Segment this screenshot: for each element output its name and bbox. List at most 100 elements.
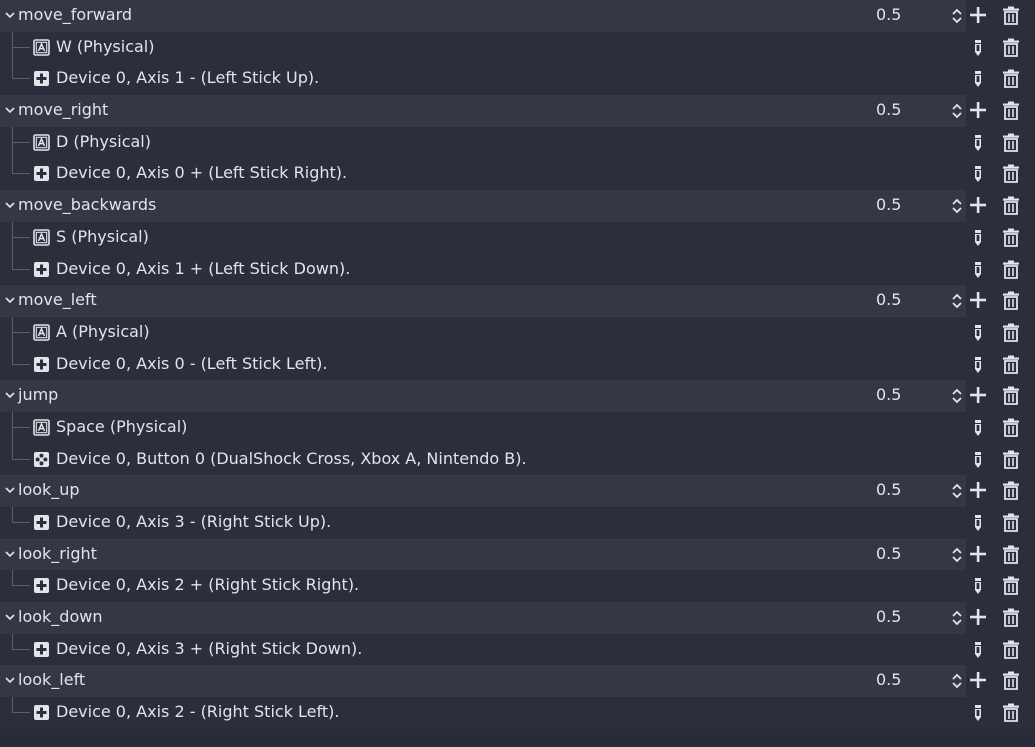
chevron-down-icon[interactable] — [5, 296, 15, 304]
action-name[interactable]: jump — [18, 385, 58, 405]
up-down-spinner-icon[interactable] — [951, 292, 963, 310]
up-down-spinner-icon[interactable] — [951, 672, 963, 690]
up-down-spinner-icon[interactable] — [951, 482, 963, 500]
trash-icon[interactable] — [1002, 69, 1020, 89]
trash-icon[interactable] — [1002, 386, 1020, 406]
action-row[interactable]: move_left 0.5 — [0, 285, 1035, 317]
event-row[interactable]: Device 0, Axis 3 + (Right Stick Down). — [0, 633, 1035, 666]
event-row[interactable]: Device 0, Axis 3 - (Right Stick Up). — [0, 507, 1035, 539]
trash-icon[interactable] — [1002, 355, 1020, 374]
event-row[interactable]: A (Physical) — [0, 316, 1035, 349]
trash-icon[interactable] — [1002, 418, 1020, 437]
action-name[interactable]: look_left — [18, 670, 85, 690]
trash-icon[interactable] — [1002, 513, 1020, 532]
event-row[interactable]: Device 0, Button 0 (DualShock Cross, Xbo… — [0, 443, 1035, 476]
event-row[interactable]: Device 0, Axis 0 + (Left Stick Right). — [0, 158, 1035, 191]
event-row[interactable]: Device 0, Axis 2 - (Right Stick Left). — [0, 697, 1035, 729]
action-name[interactable]: move_left — [18, 290, 97, 310]
event-row[interactable]: Device 0, Axis 1 - (Left Stick Up). — [0, 63, 1035, 96]
trash-icon[interactable] — [1002, 260, 1020, 279]
trash-icon[interactable] — [1002, 545, 1020, 564]
deadzone-input[interactable]: 0.5 — [876, 290, 946, 310]
action-row[interactable]: look_down 0.5 — [0, 602, 1035, 634]
action-name[interactable]: move_forward — [18, 5, 132, 25]
action-name[interactable]: move_right — [18, 100, 108, 120]
pencil-icon[interactable] — [974, 514, 982, 532]
trash-icon[interactable] — [1002, 291, 1020, 311]
trash-icon[interactable] — [1002, 164, 1020, 184]
action-row[interactable]: move_forward 0.5 — [0, 0, 1035, 32]
pencil-icon[interactable] — [974, 39, 982, 57]
plus-icon[interactable] — [969, 608, 987, 626]
trash-icon[interactable] — [1002, 450, 1020, 469]
deadzone-input[interactable]: 0.5 — [876, 5, 946, 25]
plus-icon[interactable] — [969, 6, 987, 24]
action-row[interactable]: look_up 0.5 — [0, 475, 1035, 507]
pencil-icon[interactable] — [974, 577, 982, 595]
chevron-down-icon[interactable] — [5, 391, 15, 399]
pencil-icon[interactable] — [974, 261, 982, 279]
chevron-down-icon[interactable] — [5, 106, 15, 114]
up-down-spinner-icon[interactable] — [951, 387, 963, 405]
action-name[interactable]: look_down — [18, 607, 102, 627]
pencil-icon[interactable] — [974, 704, 982, 722]
trash-icon[interactable] — [1002, 576, 1020, 596]
action-row[interactable]: move_right 0.5 — [0, 95, 1035, 127]
pencil-icon[interactable] — [974, 324, 982, 342]
trash-icon[interactable] — [1002, 703, 1020, 723]
event-row[interactable]: Device 0, Axis 1 + (Left Stick Down). — [0, 253, 1035, 286]
up-down-spinner-icon[interactable] — [951, 7, 963, 25]
trash-icon[interactable] — [1002, 38, 1020, 57]
plus-icon[interactable] — [969, 481, 987, 499]
plus-icon[interactable] — [969, 291, 987, 309]
trash-icon[interactable] — [1002, 228, 1020, 247]
action-row[interactable]: jump 0.5 — [0, 380, 1035, 412]
chevron-down-icon[interactable] — [5, 486, 15, 494]
plus-icon[interactable] — [969, 386, 987, 404]
trash-icon[interactable] — [1002, 133, 1020, 152]
action-row[interactable]: move_backwards 0.5 — [0, 190, 1035, 222]
event-row[interactable]: Space (Physical) — [0, 411, 1035, 444]
event-row[interactable]: D (Physical) — [0, 126, 1035, 159]
trash-icon[interactable] — [1002, 481, 1020, 501]
plus-icon[interactable] — [969, 101, 987, 119]
deadzone-input[interactable]: 0.5 — [876, 480, 946, 500]
deadzone-input[interactable]: 0.5 — [876, 607, 946, 627]
event-row[interactable]: S (Physical) — [0, 221, 1035, 254]
trash-icon[interactable] — [1002, 671, 1020, 691]
plus-icon[interactable] — [969, 545, 987, 563]
action-row[interactable]: look_right 0.5 — [0, 538, 1035, 571]
action-name[interactable]: look_up — [18, 480, 80, 500]
action-row[interactable]: look_left 0.5 — [0, 665, 1035, 698]
pencil-icon[interactable] — [974, 419, 982, 437]
up-down-spinner-icon[interactable] — [951, 102, 963, 120]
chevron-down-icon[interactable] — [5, 550, 15, 558]
event-row[interactable]: Device 0, Axis 0 - (Left Stick Left). — [0, 348, 1035, 381]
trash-icon[interactable] — [1002, 101, 1020, 120]
pencil-icon[interactable] — [974, 229, 982, 247]
action-name[interactable]: move_backwards — [18, 195, 156, 215]
trash-icon[interactable] — [1002, 196, 1020, 216]
pencil-icon[interactable] — [974, 70, 982, 88]
chevron-down-icon[interactable] — [5, 676, 15, 684]
deadzone-input[interactable]: 0.5 — [876, 195, 946, 215]
deadzone-input[interactable]: 0.5 — [876, 670, 946, 690]
pencil-icon[interactable] — [974, 134, 982, 152]
deadzone-input[interactable]: 0.5 — [876, 544, 946, 564]
chevron-down-icon[interactable] — [5, 613, 15, 621]
event-row[interactable]: Device 0, Axis 2 + (Right Stick Right). — [0, 570, 1035, 603]
pencil-icon[interactable] — [974, 641, 982, 659]
trash-icon[interactable] — [1002, 608, 1020, 627]
trash-icon[interactable] — [1002, 640, 1020, 659]
up-down-spinner-icon[interactable] — [951, 197, 963, 215]
pencil-icon[interactable] — [974, 356, 982, 374]
trash-icon[interactable] — [1002, 323, 1020, 342]
chevron-down-icon[interactable] — [5, 11, 15, 19]
up-down-spinner-icon[interactable] — [951, 609, 963, 627]
trash-icon[interactable] — [1002, 6, 1020, 25]
event-row[interactable]: W (Physical) — [0, 31, 1035, 64]
pencil-icon[interactable] — [974, 451, 982, 469]
pencil-icon[interactable] — [974, 165, 982, 183]
deadzone-input[interactable]: 0.5 — [876, 385, 946, 405]
chevron-down-icon[interactable] — [5, 201, 15, 209]
